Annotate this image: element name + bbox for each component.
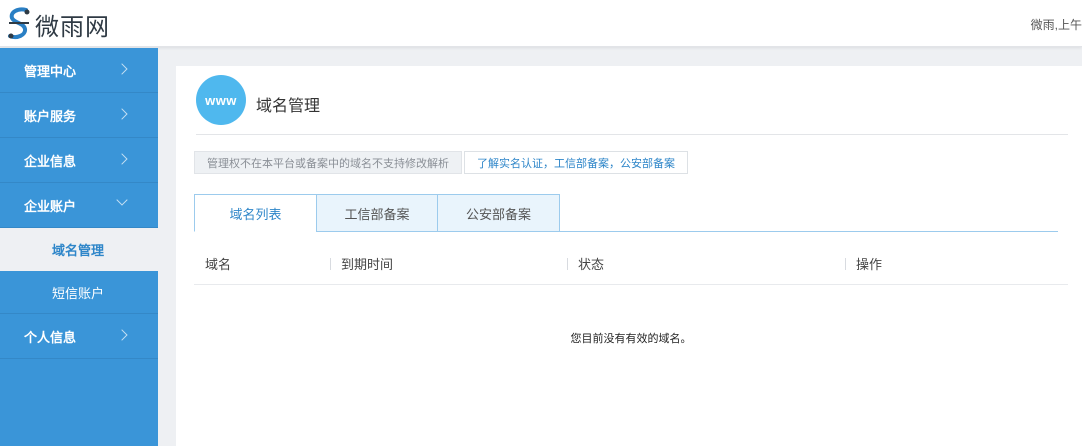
tab-bar: 域名列表 工信部备案 公安部备案 bbox=[194, 194, 1058, 232]
notice-banner: 管理权不在本平台或备案中的域名不支持修改解析 bbox=[194, 151, 462, 174]
empty-table-message: 您目前没有有效的域名。 bbox=[570, 333, 692, 345]
logo-text: 微雨网 bbox=[35, 12, 110, 41]
sidebar-item-label: 个人信息 bbox=[24, 329, 77, 345]
tab-police-filing[interactable]: 公安部备案 bbox=[437, 194, 560, 232]
column-divider bbox=[845, 258, 846, 270]
verification-info-link[interactable]: 了解实名认证，工信部备案，公安部备案 bbox=[464, 151, 688, 174]
sidebar-item-account-services[interactable]: 账户服务 bbox=[0, 93, 158, 138]
sidebar-subitem-sms-account[interactable]: 短信账户 bbox=[0, 271, 158, 314]
sidebar: 管理中心 账户服务 企业信息 企业账户 域名管理 短信账户 个人信息 bbox=[0, 48, 158, 446]
user-greeting[interactable]: 微雨,上午 bbox=[1031, 16, 1082, 33]
chevron-right-icon bbox=[116, 63, 128, 75]
sidebar-item-company-info[interactable]: 企业信息 bbox=[0, 138, 158, 183]
column-header-expiry: 到期时间 bbox=[341, 257, 394, 272]
sidebar-item-management-center[interactable]: 管理中心 bbox=[0, 48, 158, 93]
site-logo[interactable]: 微雨网 bbox=[6, 6, 110, 42]
www-icon: www bbox=[196, 75, 246, 125]
column-header-actions: 操作 bbox=[856, 257, 883, 272]
page-header: www 域名管理 bbox=[196, 75, 1068, 135]
chevron-right-icon bbox=[116, 153, 128, 165]
sidebar-item-personal-info[interactable]: 个人信息 bbox=[0, 314, 158, 359]
chevron-down-icon bbox=[116, 194, 128, 206]
tab-miit-filing[interactable]: 工信部备案 bbox=[316, 194, 438, 232]
chevron-right-icon bbox=[116, 329, 128, 341]
column-header-domain: 域名 bbox=[205, 257, 232, 272]
page-title: 域名管理 bbox=[256, 98, 321, 115]
column-header-status: 状态 bbox=[578, 257, 605, 272]
sidebar-subitem-domain-management[interactable]: 域名管理 bbox=[0, 228, 158, 271]
sidebar-item-label: 企业信息 bbox=[24, 153, 77, 169]
sidebar-item-label: 管理中心 bbox=[24, 63, 77, 79]
sidebar-item-label: 企业账户 bbox=[24, 198, 77, 214]
top-header: 微雨网 微雨,上午 bbox=[0, 0, 1082, 47]
logo-mark-icon bbox=[8, 7, 30, 40]
tab-domain-list[interactable]: 域名列表 bbox=[194, 194, 317, 232]
sidebar-item-label: 账户服务 bbox=[24, 108, 77, 124]
sidebar-item-company-account[interactable]: 企业账户 bbox=[0, 183, 158, 228]
main-panel: www 域名管理 管理权不在本平台或备案中的域名不支持修改解析 了解实名认证，工… bbox=[176, 66, 1082, 446]
column-divider bbox=[567, 258, 568, 270]
table-header: 域名 到期时间 状态 操作 bbox=[194, 242, 1068, 285]
column-divider bbox=[330, 258, 331, 270]
chevron-right-icon bbox=[116, 108, 128, 120]
